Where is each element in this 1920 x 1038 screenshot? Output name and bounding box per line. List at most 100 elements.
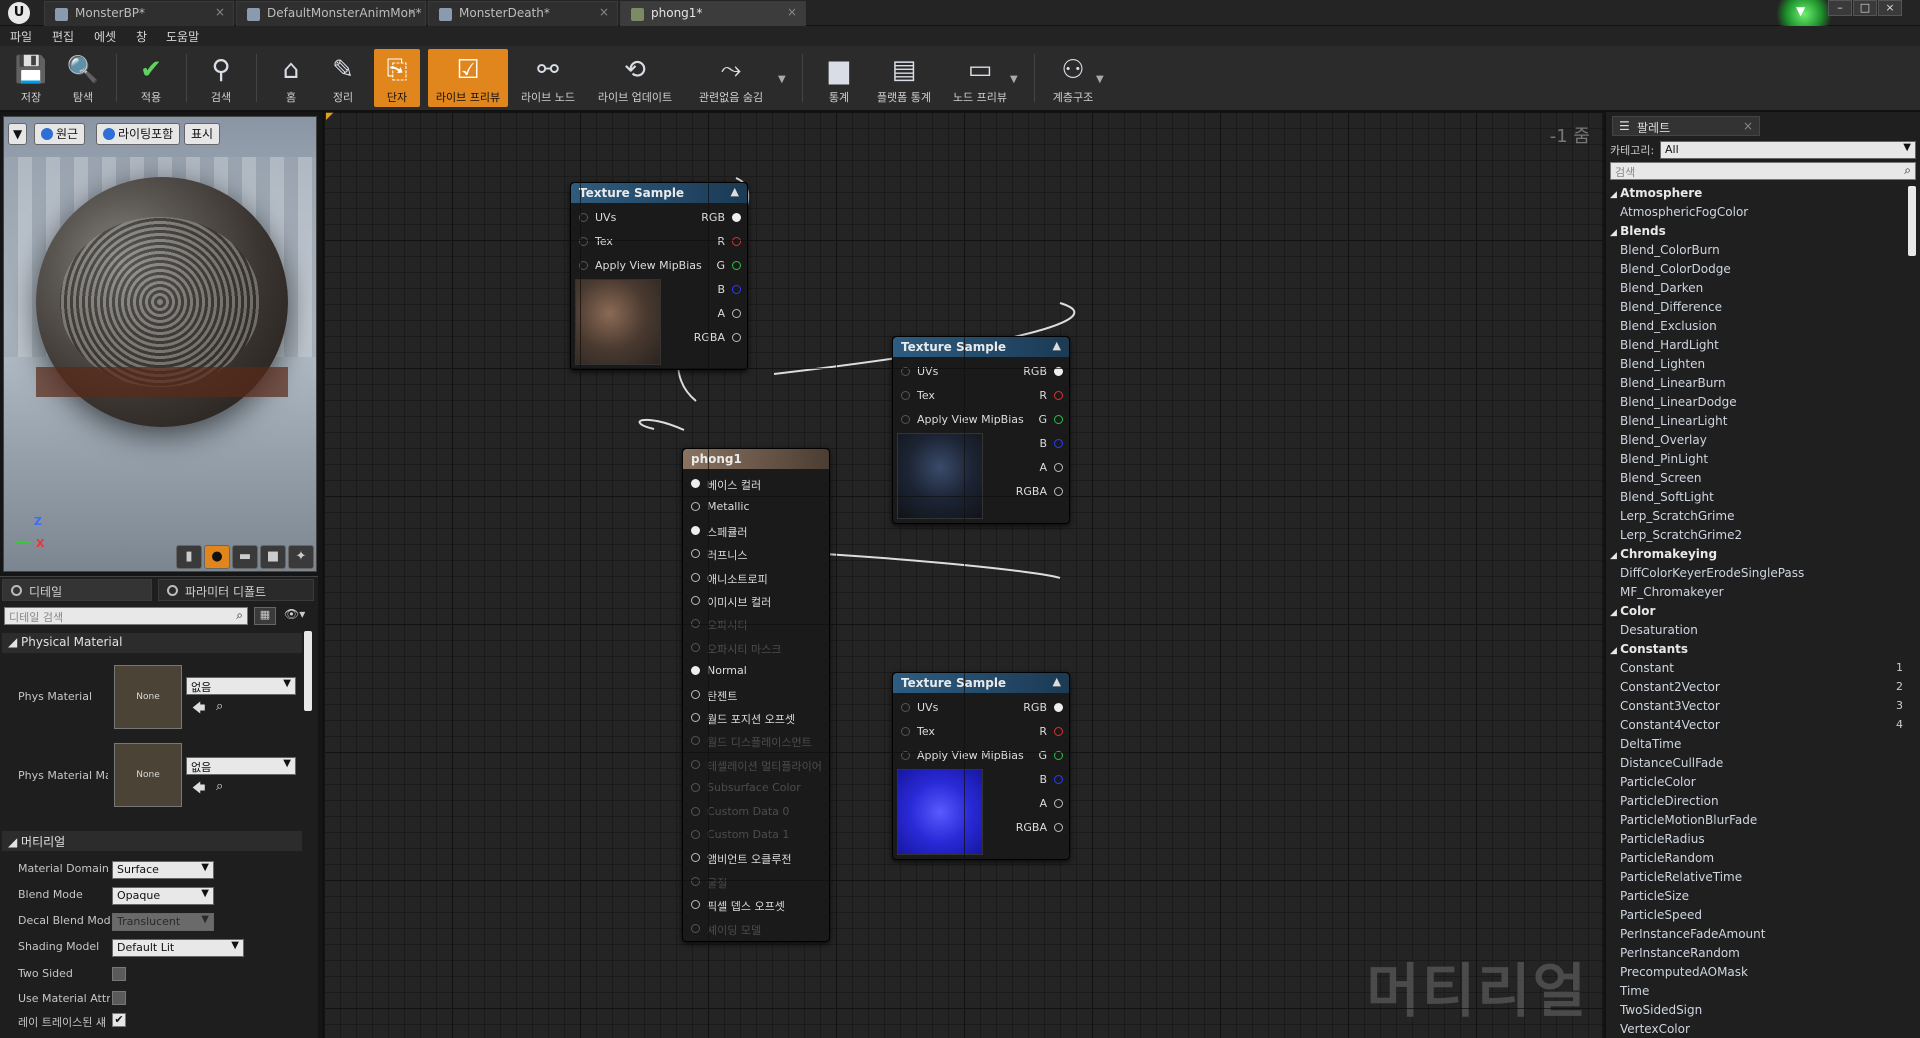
phong-pin[interactable]: Metallic — [691, 500, 750, 513]
tab-details[interactable]: 디테일 — [2, 579, 152, 601]
palette-category[interactable]: ◢ Chromakeying — [1610, 547, 1717, 561]
palette-item[interactable]: Desaturation — [1620, 623, 1698, 637]
palette-category[interactable]: ◢ Blends — [1610, 224, 1666, 238]
phong-pin[interactable]: Subsurface Color — [691, 781, 801, 794]
eye-icon[interactable]: 👁▾ — [284, 607, 305, 621]
browse-search-icon[interactable]: ⌕ — [216, 779, 223, 794]
phys-material-mask-dropdown[interactable]: 없음 ▼ — [186, 757, 296, 775]
phong-pin[interactable]: 테셀레이션 멀티플라이어 — [691, 758, 822, 774]
node-header[interactable]: Texture Sample ▲ — [893, 337, 1069, 357]
phys-material-dropdown[interactable]: 없음 ▼ — [186, 677, 296, 695]
ray-traced-shadows-checkbox[interactable]: ✔ — [112, 1013, 126, 1027]
chevron-down-icon[interactable]: ▼ — [1096, 74, 1104, 85]
palette-item[interactable]: PerInstanceRandom — [1620, 946, 1740, 960]
platform-stats-button[interactable]: ▤ 플랫폼 통계 — [868, 49, 940, 107]
stats-button[interactable]: ▆ 통계 — [808, 49, 870, 107]
palette-item[interactable]: Blend_Difference — [1620, 300, 1722, 314]
pin-rgb-circle[interactable] — [1054, 703, 1063, 712]
palette-item[interactable]: DiffColorKeyerErodeSinglePass — [1620, 566, 1804, 580]
pin-apply-view-mipbias[interactable]: Apply View MipBias — [579, 259, 702, 272]
menu-asset[interactable]: 에셋 — [94, 28, 116, 45]
connectors-button[interactable]: ⎘ 단자 — [374, 49, 420, 107]
live-nodes-button[interactable]: ⚯ 라이브 노드 — [512, 49, 584, 107]
pin-tex[interactable]: Tex — [901, 725, 935, 738]
menu-window[interactable]: 창 — [136, 28, 147, 45]
palette-item[interactable]: Blend_ColorBurn — [1620, 243, 1720, 257]
phys-material-mask-thumbnail[interactable]: None — [114, 743, 182, 807]
pin-uvs[interactable]: UVs — [901, 365, 938, 378]
pin-apply-view-mipbias[interactable]: Apply View MipBias — [901, 749, 1024, 762]
close-icon[interactable]: × — [407, 5, 417, 19]
close-icon[interactable]: × — [787, 5, 797, 19]
property-matrix-button[interactable]: ▦ — [254, 607, 276, 625]
phong-pin[interactable]: 탄젠트 — [691, 688, 737, 704]
doc-tab-phong1[interactable]: phong1* × — [620, 1, 806, 26]
preview-cube-button[interactable]: ■ — [260, 545, 286, 569]
palette-item[interactable]: ParticleMotionBlurFade — [1620, 813, 1757, 827]
collapse-icon[interactable]: ▲ — [731, 185, 739, 198]
phong-pin[interactable]: Custom Data 0 — [691, 805, 789, 818]
doc-tab-monsterdeath[interactable]: MonsterDeath* × — [428, 1, 618, 26]
phong-pin[interactable]: 이미시브 컬러 — [691, 594, 771, 610]
palette-item[interactable]: Lerp_ScratchGrime — [1620, 509, 1734, 523]
doc-tab-animmon[interactable]: DefaultMonsterAnimMon* × — [236, 1, 426, 26]
show-button[interactable]: 표시 — [184, 123, 221, 145]
phong-pin[interactable]: Normal — [691, 664, 747, 677]
palette-item[interactable]: ParticleRandom — [1620, 851, 1714, 865]
palette-item[interactable]: DeltaTime — [1620, 737, 1681, 751]
use-selected-arrow-icon[interactable]: 🡄 — [192, 779, 205, 801]
phong-pin[interactable]: 러프니스 — [691, 547, 747, 563]
browse-button[interactable]: 🔍 탐색 — [52, 49, 114, 107]
pin-tex[interactable]: Tex — [901, 389, 935, 402]
palette-item[interactable]: TwoSidedSign — [1620, 1003, 1702, 1017]
phong-pin[interactable]: 오파시티 마스크 — [691, 641, 781, 657]
preview-viewport[interactable]: ▼ 원근 라이팅포함 표시 Z X ▮ ● ▬ ■ ✦ — [3, 116, 317, 572]
node-header[interactable]: Texture Sample ▲ — [893, 673, 1069, 693]
phong-pin[interactable]: 앰비언트 오클루전 — [691, 851, 791, 867]
palette-item[interactable]: DistanceCullFade — [1620, 756, 1723, 770]
palette-item[interactable]: ParticleSize — [1620, 889, 1689, 903]
browse-search-icon[interactable]: ⌕ — [216, 699, 223, 714]
material-domain-dropdown[interactable]: Surface ▼ — [112, 861, 214, 879]
phong-pin[interactable]: 오파시티 — [691, 617, 747, 633]
palette-item[interactable]: Blend_LinearLight — [1620, 414, 1727, 428]
phong-pin[interactable]: 애니소트로피 — [691, 571, 768, 587]
palette-tab[interactable]: ☰ 팔레트 × — [1612, 116, 1760, 136]
pin-b-circle[interactable] — [1054, 775, 1063, 784]
palette-item[interactable]: Blend_Darken — [1620, 281, 1703, 295]
pin-a-circle[interactable] — [1054, 799, 1063, 808]
pin-g-circle[interactable] — [1054, 751, 1063, 760]
palette-item[interactable]: ParticleRadius — [1620, 832, 1705, 846]
pin-b-circle[interactable] — [732, 285, 741, 294]
phys-material-thumbnail[interactable]: None — [114, 665, 182, 729]
minimize-button[interactable]: – — [1828, 0, 1852, 16]
pin-apply-view-mipbias[interactable]: Apply View MipBias — [901, 413, 1024, 426]
pin-rgba-circle[interactable] — [732, 333, 741, 342]
two-sided-checkbox[interactable] — [112, 967, 126, 981]
blend-mode-dropdown[interactable]: Opaque ▼ — [112, 887, 214, 905]
phong-pin[interactable]: 월드 디스플레이스먼트 — [691, 734, 812, 750]
phong1-material-node[interactable]: phong1 베이스 컬러 Metallic 스페큘러 러프니스 애니소트로피 이미시브 … — [682, 448, 830, 942]
menu-help[interactable]: 도움말 — [166, 28, 199, 45]
menu-file[interactable]: 파일 — [10, 28, 32, 45]
viewport-menu-button[interactable]: ▼ — [8, 123, 28, 145]
pin-r-circle[interactable] — [1054, 391, 1063, 400]
chevron-down-icon[interactable]: ▼ — [778, 74, 786, 85]
preview-sphere-button[interactable]: ● — [204, 545, 230, 569]
palette-search-input[interactable]: 검색 ⌕ — [1610, 162, 1916, 180]
apply-button[interactable]: ✔ 적용 — [120, 49, 182, 107]
palette-item[interactable]: Blend_HardLight — [1620, 338, 1719, 352]
palette-item[interactable]: Blend_Lighten — [1620, 357, 1705, 371]
pin-g-circle[interactable] — [732, 261, 741, 270]
pin-a-circle[interactable] — [1054, 463, 1063, 472]
node-header[interactable]: Texture Sample ▲ — [571, 183, 747, 203]
material-graph[interactable]: -1 줌 Texture Sample ▲ UVs Tex Apply View … — [322, 112, 1602, 1038]
phong-pin[interactable]: 픽셀 뎁스 오프셋 — [691, 898, 785, 914]
pin-tex[interactable]: Tex — [579, 235, 613, 248]
tab-parameter-defaults[interactable]: 파라미터 디폴트 — [158, 579, 314, 601]
palette-item[interactable]: Blend_PinLight — [1620, 452, 1708, 466]
close-icon[interactable]: × — [599, 5, 609, 19]
hide-unrelated-button[interactable]: ⤳ 관련없음 숨김 — [686, 49, 776, 107]
phong-pin[interactable]: 스페큘러 — [691, 524, 747, 540]
pin-uvs[interactable]: UVs — [579, 211, 616, 224]
